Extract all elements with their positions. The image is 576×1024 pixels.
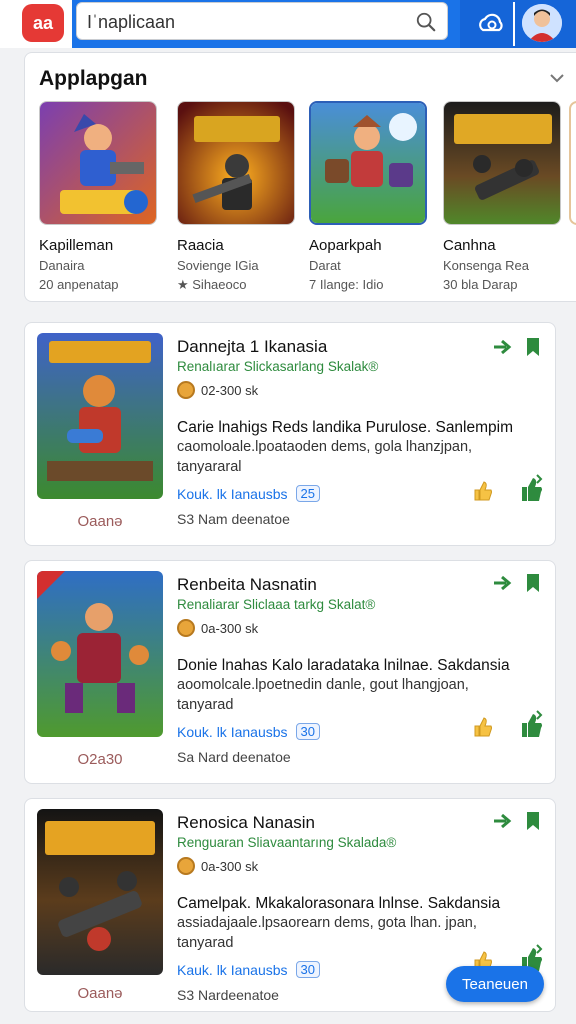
app-meta: 0a-300 sk <box>177 619 258 637</box>
link-text[interactable]: Kouk. lk Ianausbs <box>177 724 288 740</box>
thumbs-up-icon[interactable] <box>471 715 495 739</box>
app-logo[interactable]: aa <box>22 4 64 42</box>
app-description: Carie lnahigs Reds landika Purulose. San… <box>177 419 514 436</box>
app-title[interactable]: Renbeita Nasnatin <box>177 575 317 595</box>
bookmark-icon[interactable] <box>521 809 545 833</box>
link-text[interactable]: Kauk. lk Ianausbs <box>177 962 288 978</box>
app-thumbnail[interactable] <box>177 101 295 225</box>
search-input[interactable] <box>87 10 407 34</box>
app-thumbnail[interactable] <box>37 333 163 499</box>
app-subtitle: Renalıarar Slickasarlang Skalak® <box>177 359 379 374</box>
share-arrow-icon[interactable] <box>491 571 515 595</box>
app-description: caomoloale.lpoataoden dems, gola lhanzjp… <box>177 439 473 455</box>
thumbs-up-alt-icon[interactable] <box>519 709 545 739</box>
thumbnail-caption: O2a30 <box>77 751 123 768</box>
featured-app[interactable]: Raacia Sovienge IGia ★ Sihaeoco <box>177 101 301 293</box>
featured-app[interactable]: Aoparkpah Darat 7 Ilange: Idio <box>309 101 433 292</box>
link-text[interactable]: Kouk. lk Ianausbs <box>177 486 288 502</box>
app-developer: Konsenga Rea <box>443 258 530 273</box>
thumbnail-caption: Oaanə <box>77 985 123 1002</box>
coin-icon <box>177 857 195 875</box>
app-developer: Darat <box>309 258 341 273</box>
thumbs-up-icon[interactable] <box>471 479 495 503</box>
app-developer: Sovienge IGia <box>177 258 259 273</box>
app-description: tanyararal <box>177 459 242 475</box>
app-thumbnail[interactable] <box>37 809 163 975</box>
app-description: assiadajaale.lpsaorearn dems, gota lhan.… <box>177 915 477 931</box>
count-badge: 30 <box>295 723 320 740</box>
coin-icon <box>177 619 195 637</box>
app-subtitle: Renaliarar Sliclaaa tarkg Skalat® <box>177 597 376 612</box>
app-thumbnail[interactable] <box>309 101 427 225</box>
search-icon[interactable] <box>415 11 437 33</box>
app-thumbnail[interactable] <box>39 101 157 225</box>
app-link[interactable]: Kouk. lk Ianausbs 30 <box>177 723 320 740</box>
app-developer: Danaira <box>39 258 85 273</box>
app-footer: S3 Nardeenatoe <box>177 987 279 1003</box>
app-description: tanyarad <box>177 935 234 951</box>
app-meta: 7 Ilange: Idio <box>309 277 384 292</box>
count-badge: 25 <box>295 485 320 502</box>
coin-icon <box>177 381 195 399</box>
divider <box>513 2 515 46</box>
thumbs-up-alt-icon[interactable] <box>519 473 545 503</box>
user-avatar[interactable] <box>522 4 562 42</box>
app-description: Donie lnahas Kalo laradataka lnilnae. Sa… <box>177 657 510 674</box>
app-link[interactable]: Kouk. lk Ianausbs 25 <box>177 485 320 502</box>
app-description: aoomolcale.lpoetnedin danle, gout lhangj… <box>177 677 469 693</box>
app-name: Kapilleman <box>39 237 114 254</box>
section-title: Applapgan <box>39 67 148 90</box>
search-box[interactable] <box>76 2 448 40</box>
featured-app[interactable]: Canhna Konsenga Rea 30 bla Darap <box>443 101 567 292</box>
app-meta-text: 0a-300 sk <box>201 858 259 874</box>
bookmark-icon[interactable] <box>521 571 545 595</box>
app-meta: 20 anpenatap <box>39 277 119 292</box>
app-name: Raacia <box>177 237 224 254</box>
bookmark-icon[interactable] <box>521 335 545 359</box>
app-footer: Sa Nard deenatoe <box>177 749 291 765</box>
app-title[interactable]: Dannejta 1 Ikanasia <box>177 337 327 357</box>
list-item[interactable]: O2a30 Renbeita Nasnatin Renaliarar Slicl… <box>24 560 556 784</box>
app-meta-text: 02-300 sk <box>201 382 259 398</box>
app-name: Canhna <box>443 237 496 254</box>
app-title[interactable]: Renosica Nanasin <box>177 813 315 833</box>
app-meta-text: 0a-300 sk <box>201 620 259 636</box>
app-meta: 30 bla Darap <box>443 277 518 292</box>
app-link[interactable]: Kauk. lk Ianausbs 30 <box>177 961 320 978</box>
app-thumbnail[interactable] <box>37 571 163 737</box>
app-name: Aoparkpah <box>309 237 382 254</box>
app-description: tanyarad <box>177 697 234 713</box>
featured-section: Applapgan Kapilleman Danaira 20 anpenata… <box>24 52 576 302</box>
share-arrow-icon[interactable] <box>491 809 515 833</box>
list-item[interactable]: Oaanə Dannejta 1 Ikanasia Renalıarar Sli… <box>24 322 556 546</box>
app-meta: 02-300 sk <box>177 381 258 399</box>
app-thumbnail[interactable] <box>443 101 561 225</box>
app-footer: S3 Nam deenatoe <box>177 511 290 527</box>
featured-app[interactable]: Kapilleman Danaira 20 anpenatap <box>39 101 163 292</box>
app-description: Camelpak. Mkakalorasonara lnlnse. Sakdan… <box>177 895 501 912</box>
app-meta: ★ Sihaeoco <box>177 277 247 292</box>
next-app-peek[interactable] <box>569 101 576 225</box>
app-meta: 0a-300 sk <box>177 857 258 875</box>
floating-action-button[interactable]: Teaneuen <box>446 966 544 1002</box>
count-badge: 30 <box>295 961 320 978</box>
cloud-sync-icon[interactable] <box>475 8 507 38</box>
chevron-down-icon[interactable] <box>548 69 566 87</box>
thumbnail-caption: Oaanə <box>77 513 123 530</box>
app-subtitle: Renguaran Sliavaantarıng Skalada® <box>177 835 397 850</box>
share-arrow-icon[interactable] <box>491 335 515 359</box>
